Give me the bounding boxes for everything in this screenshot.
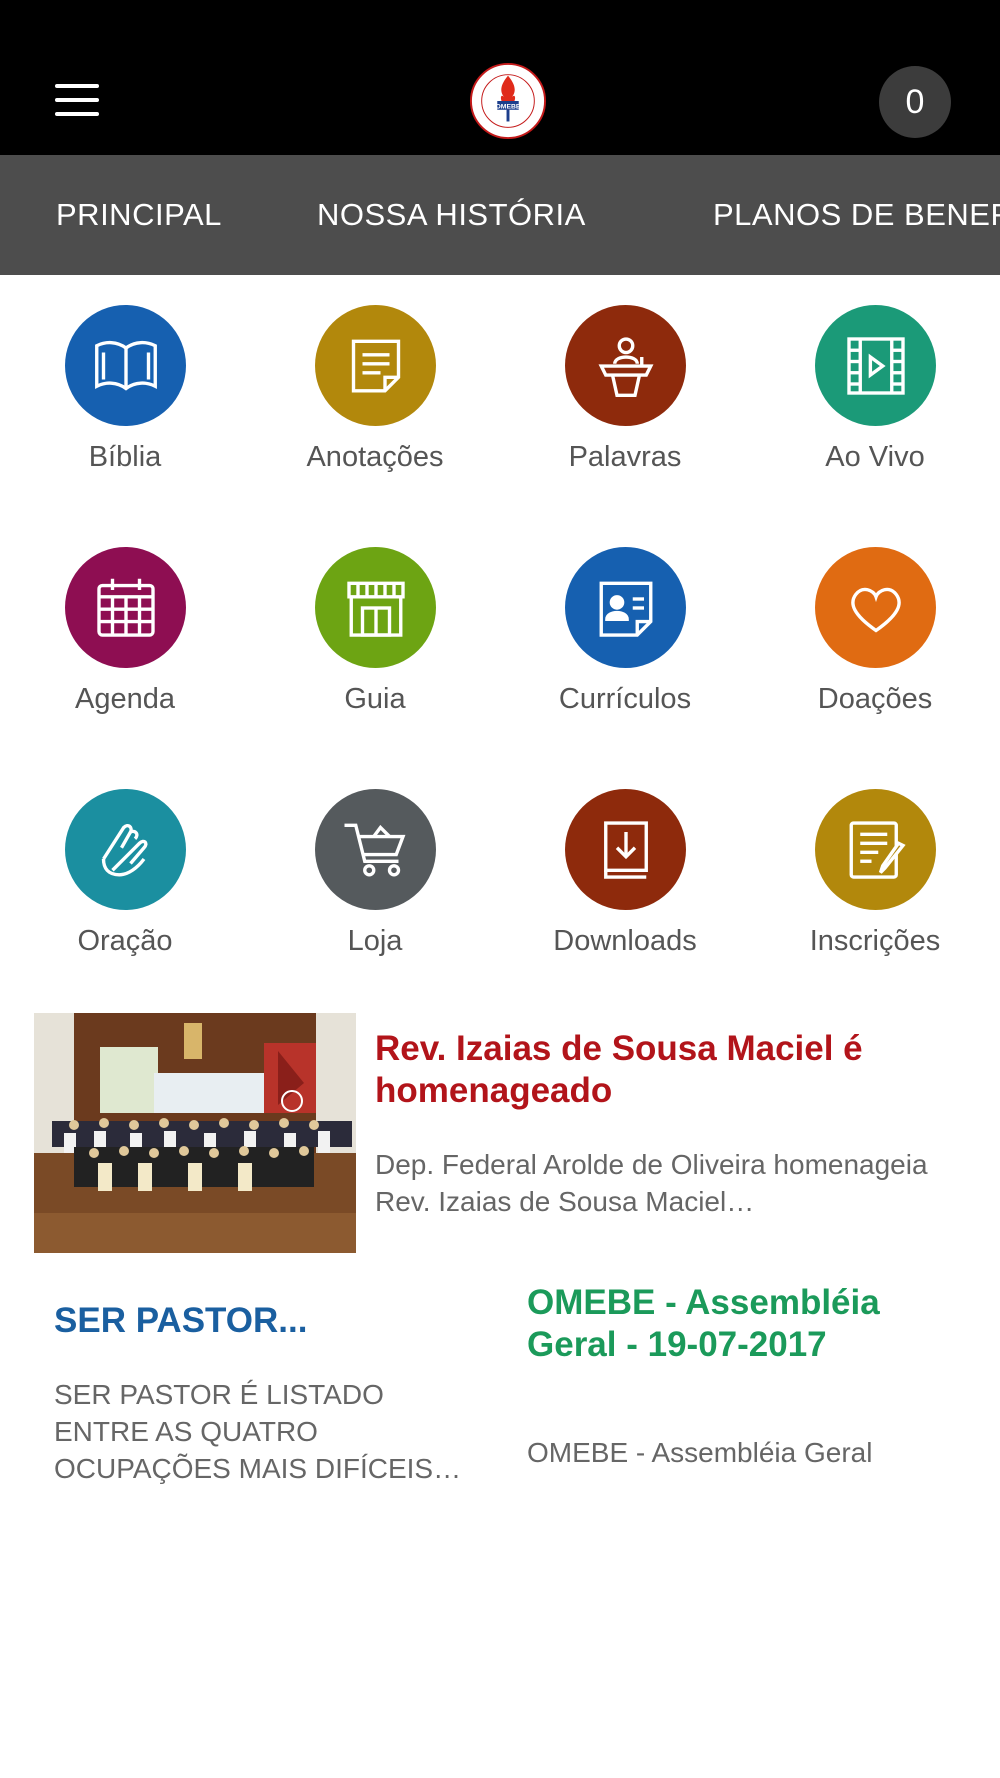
tab-bar: PRINCIPAL NOSSA HISTÓRIA PLANOS DE BENEF… xyxy=(0,155,1000,275)
hamburger-menu-icon[interactable] xyxy=(55,84,99,116)
grid-item-ao-vivo[interactable]: Ao Vivo xyxy=(750,305,1000,505)
calendar-icon xyxy=(65,547,186,668)
grid-item-anotacoes[interactable]: Anotações xyxy=(250,305,500,505)
grid-label-agenda: Agenda xyxy=(75,683,175,715)
resume-icon xyxy=(565,547,686,668)
notes-icon xyxy=(315,305,436,426)
grid-item-palavras[interactable]: Palavras xyxy=(500,305,750,505)
top-app-bar: OMEBE 0 xyxy=(0,0,1000,155)
news-title-homenagem[interactable]: Rev. Izaias de Sousa Maciel é homenagead… xyxy=(375,1028,955,1112)
grid-label-doacoes: Doações xyxy=(817,683,933,715)
grid-label-ao-vivo: Ao Vivo xyxy=(825,441,925,473)
grid-item-curriculos[interactable]: Currículos xyxy=(500,547,750,747)
grid-label-curriculos: Currículos xyxy=(558,683,692,715)
news-description-homenagem: Dep. Federal Arolde de Oliveira homenage… xyxy=(375,1149,928,1217)
grid-item-inscricoes[interactable]: Inscrições xyxy=(750,789,1000,989)
tab-nossa-historia[interactable]: NOSSA HISTÓRIA xyxy=(317,155,586,275)
storefront-icon xyxy=(315,547,436,668)
grid-label-guia: Guia xyxy=(344,683,406,715)
grid-item-downloads[interactable]: Downloads xyxy=(500,789,750,989)
praying-hands-icon xyxy=(65,789,186,910)
tab-planos-de-beneficios[interactable]: PLANOS DE BENEFÍ xyxy=(713,155,1000,275)
cart-count-badge[interactable]: 0 xyxy=(879,66,951,138)
registration-form-icon xyxy=(815,789,936,910)
grid-item-biblia[interactable]: Bíblia xyxy=(0,305,250,505)
omebe-logo[interactable]: OMEBE xyxy=(469,62,547,140)
grid-item-loja[interactable]: Loja xyxy=(250,789,500,989)
grid-label-oracao: Oração xyxy=(77,925,173,957)
grid-label-inscricoes: Inscrições xyxy=(809,925,941,957)
grid-label-palavras: Palavras xyxy=(568,441,682,473)
grid-item-doacoes[interactable]: Doações xyxy=(750,547,1000,747)
shopping-cart-icon xyxy=(315,789,436,910)
live-video-icon xyxy=(815,305,936,426)
pulpit-icon xyxy=(565,305,686,426)
grid-label-downloads: Downloads xyxy=(553,925,697,957)
grid-item-guia[interactable]: Guia xyxy=(250,547,500,747)
news-title-assembleia[interactable]: OMEBE - Assembléia Geral - 19-07-2017 xyxy=(527,1282,967,1366)
logo-text: OMEBE xyxy=(496,103,521,110)
heart-icon xyxy=(815,547,936,668)
grid-label-biblia: Bíblia xyxy=(88,441,162,473)
tab-principal[interactable]: PRINCIPAL xyxy=(56,155,222,275)
bible-icon xyxy=(65,305,186,426)
grid-label-loja: Loja xyxy=(347,925,403,957)
news-title-ser-pastor[interactable]: SER PASTOR... xyxy=(54,1300,474,1342)
news-description-ser-pastor: SER PASTOR É LISTADO ENTRE AS QUATRO OCU… xyxy=(54,1379,462,1484)
grid-item-agenda[interactable]: Agenda xyxy=(0,547,250,747)
download-book-icon xyxy=(565,789,686,910)
grid-label-anotacoes: Anotações xyxy=(306,441,444,473)
news-description-assembleia: OMEBE - Assembléia Geral xyxy=(527,1437,873,1468)
news-image-homenagem[interactable] xyxy=(34,1013,356,1253)
grid-item-oracao[interactable]: Oração xyxy=(0,789,250,989)
